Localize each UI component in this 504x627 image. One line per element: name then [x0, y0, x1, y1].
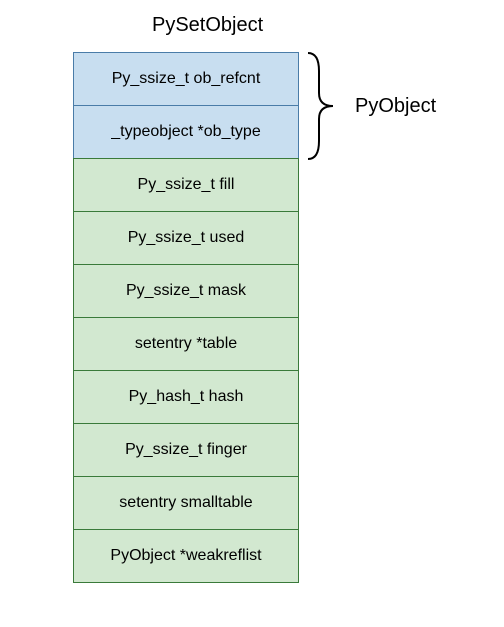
- field-weakreflist: PyObject *weakreflist: [73, 529, 299, 583]
- field-finger: Py_ssize_t finger: [73, 423, 299, 477]
- field-fill: Py_ssize_t fill: [73, 158, 299, 212]
- field-ob-refcnt: Py_ssize_t ob_refcnt: [73, 52, 299, 106]
- field-used: Py_ssize_t used: [73, 211, 299, 265]
- field-smalltable: setentry smalltable: [73, 476, 299, 530]
- field-mask: Py_ssize_t mask: [73, 264, 299, 318]
- brace-label: PyObject: [355, 95, 436, 118]
- field-hash: Py_hash_t hash: [73, 370, 299, 424]
- struct-title: PySetObject: [152, 14, 263, 37]
- brace-icon: [305, 51, 340, 161]
- struct-table: Py_ssize_t ob_refcnt _typeobject *ob_typ…: [73, 52, 299, 583]
- field-ob-type: _typeobject *ob_type: [73, 105, 299, 159]
- field-table: setentry *table: [73, 317, 299, 371]
